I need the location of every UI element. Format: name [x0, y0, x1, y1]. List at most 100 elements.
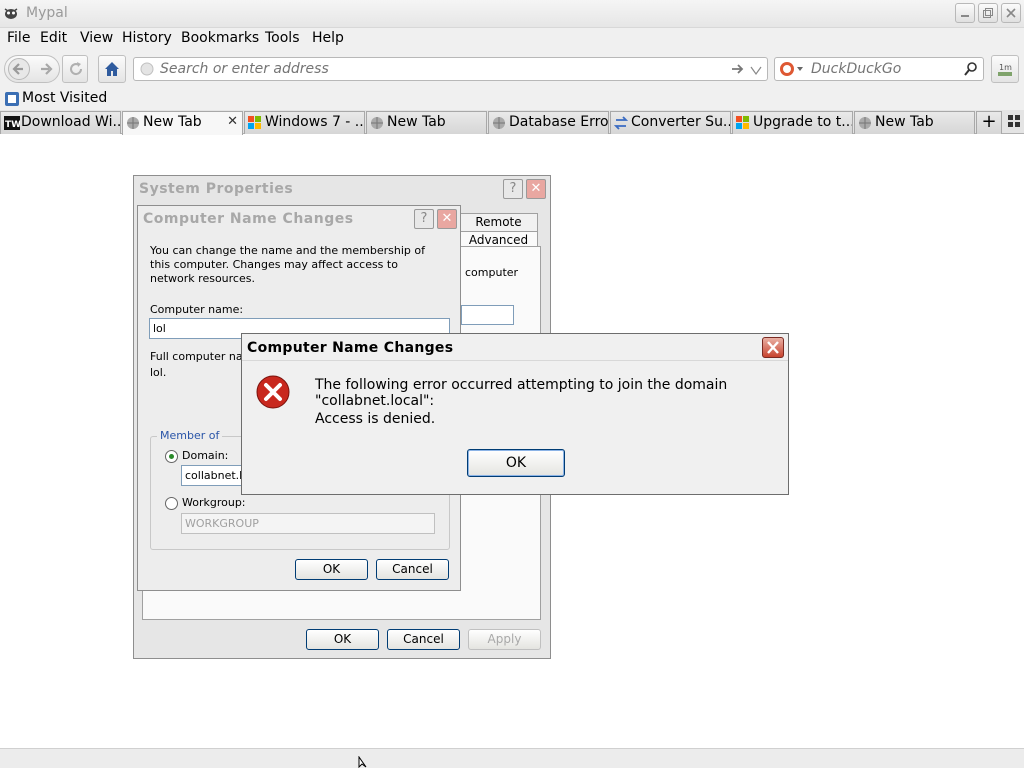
page-globe-icon [140, 62, 154, 80]
bookmark-folder-icon [4, 91, 20, 111]
back-forward-group [4, 55, 60, 83]
svg-text:TW: TW [5, 120, 20, 130]
back-icon[interactable] [8, 58, 30, 80]
cancel-button[interactable]: Cancel [376, 559, 449, 580]
tab-upgrade[interactable]: Upgrade to t... [732, 111, 853, 134]
globe-icon [492, 116, 506, 130]
search-input[interactable] [811, 60, 961, 78]
tab-new-tab-active[interactable]: New Tab ✕ [122, 111, 243, 135]
tab-windows-7[interactable]: Windows 7 - ... [244, 111, 365, 134]
forward-icon[interactable] [36, 59, 56, 83]
bookmarks-toolbar: Most Visited [0, 88, 1024, 110]
error-detail: Access is denied. [315, 411, 436, 427]
dialog-title: System Properties [139, 181, 294, 197]
member-of-legend: Member of [157, 429, 223, 442]
restore-button[interactable] [978, 3, 998, 23]
home-icon [103, 60, 121, 82]
close-button[interactable] [1001, 3, 1021, 23]
ok-button[interactable]: OK [467, 449, 565, 477]
system-properties-titlebar: System Properties ? ✕ [134, 176, 550, 202]
menu-tools[interactable]: Tools [265, 30, 300, 46]
tab-remote[interactable]: Remote [459, 213, 538, 231]
help-button[interactable]: ? [414, 209, 434, 229]
minimize-button[interactable] [955, 3, 975, 23]
workgroup-radio[interactable] [165, 497, 178, 510]
window-title: Mypal [26, 5, 68, 21]
help-button[interactable]: ? [503, 179, 523, 199]
reload-button[interactable] [62, 55, 88, 83]
ok-button[interactable]: OK [306, 629, 379, 650]
menu-bar: File Edit View History Bookmarks Tools H… [0, 28, 1024, 50]
tab-new-tab[interactable]: New Tab [366, 111, 487, 134]
reload-icon [66, 59, 86, 83]
ok-button[interactable]: OK [295, 559, 368, 580]
converter-icon [613, 116, 629, 130]
menu-help[interactable]: Help [312, 30, 344, 46]
tab-label: Upgrade to t... [753, 114, 853, 130]
close-button[interactable]: ✕ [526, 179, 546, 199]
dropdown-arrow-icon[interactable] [750, 64, 762, 80]
tab-label: Windows 7 - ... [265, 114, 365, 130]
workgroup-label: Workgroup: [182, 496, 246, 509]
tab-database-error[interactable]: Database Error [488, 111, 609, 134]
error-dialog-titlebar: Computer Name Changes [242, 334, 788, 361]
apply-button: Apply [468, 629, 541, 650]
new-tab-button[interactable]: + [976, 111, 1002, 134]
windows-logo-icon [248, 116, 262, 130]
status-bar [0, 748, 1024, 768]
intro-text: You can change the name and the membersh… [150, 244, 425, 285]
close-button[interactable]: ✕ [437, 209, 457, 229]
tab-strip: TW Download Wi... New Tab ✕ Windows 7 - … [0, 110, 1024, 135]
menu-file[interactable]: File [7, 30, 30, 46]
mypal-logo-icon [4, 6, 18, 20]
globe-icon [858, 116, 872, 130]
partial-text: computer [465, 266, 519, 279]
tab-converter[interactable]: Converter Su... [610, 111, 731, 134]
menu-edit[interactable]: Edit [40, 30, 67, 46]
error-x-icon [256, 375, 290, 413]
plus-icon: + [981, 111, 997, 132]
search-bar[interactable] [774, 57, 984, 81]
tab-list-icon[interactable] [1008, 115, 1020, 131]
navigation-toolbar: 1m [0, 50, 1024, 88]
most-visited-bookmark[interactable]: Most Visited [22, 90, 107, 106]
computer-name-label: Computer name: [150, 303, 244, 316]
tw-logo-icon: TW [4, 116, 21, 130]
computer-name-changes-titlebar: Computer Name Changes ? ✕ [138, 206, 460, 232]
domain-label: Domain: [182, 449, 229, 462]
full-name-value: lol. [150, 366, 167, 379]
close-tab-icon[interactable]: ✕ [227, 114, 238, 129]
download-icon: 1m [996, 60, 1014, 82]
dialog-title: Computer Name Changes [247, 340, 454, 356]
go-arrow-icon[interactable] [730, 61, 746, 81]
tab-label: Database Error [509, 114, 609, 130]
workgroup-field: WORKGROUP [181, 513, 435, 534]
mouse-cursor-icon [358, 755, 370, 772]
search-icon[interactable] [963, 61, 979, 81]
globe-icon [126, 116, 140, 130]
window-titlebar: Mypal [0, 0, 1024, 28]
home-button[interactable] [98, 55, 126, 83]
domain-radio[interactable] [165, 450, 178, 463]
address-input[interactable] [160, 60, 720, 78]
tab-label: New Tab [143, 114, 202, 130]
duckduckgo-icon[interactable] [779, 61, 805, 81]
address-bar[interactable] [133, 57, 768, 81]
download-button[interactable]: 1m [991, 55, 1019, 83]
error-message: The following error occurred attempting … [315, 377, 728, 409]
tab-label: New Tab [387, 114, 446, 130]
tab-label: New Tab [875, 114, 934, 130]
tab-new-tab-last[interactable]: New Tab [854, 111, 975, 134]
tab-download[interactable]: TW Download Wi... [0, 111, 121, 134]
menu-bookmarks[interactable]: Bookmarks [181, 30, 259, 46]
error-dialog: Computer Name Changes The following erro… [241, 333, 789, 495]
dialog-title: Computer Name Changes [143, 211, 354, 227]
cancel-button[interactable]: Cancel [387, 629, 460, 650]
menu-history[interactable]: History [122, 30, 172, 46]
windows-logo-icon [736, 116, 750, 130]
tab-label: Download Wi... [21, 114, 121, 130]
tab-label: Converter Su... [631, 114, 731, 130]
close-button[interactable] [762, 337, 784, 358]
menu-view[interactable]: View [80, 30, 113, 46]
change-button-partial[interactable] [461, 305, 514, 325]
